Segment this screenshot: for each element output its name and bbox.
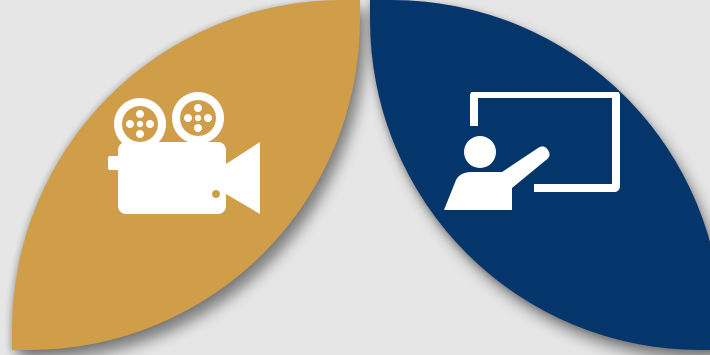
video-camera-icon [100,90,272,218]
video-tile [12,0,360,350]
presentation-tile [370,0,710,350]
teacher-presentation-icon [442,92,622,214]
